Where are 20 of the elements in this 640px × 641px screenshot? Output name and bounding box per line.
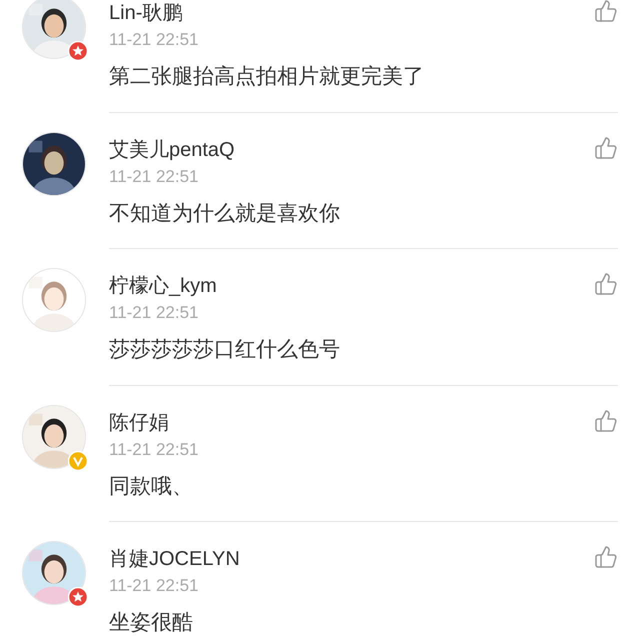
username[interactable]: 柠檬心_kym bbox=[109, 274, 217, 298]
comment-text: 坐姿很酷 bbox=[109, 610, 194, 636]
username[interactable]: Lin-耿鹏 bbox=[109, 1, 182, 25]
like-icon[interactable] bbox=[594, 272, 618, 296]
like-icon[interactable] bbox=[594, 0, 618, 23]
comment-text: 第二张腿抬高点拍相片就更完美了 bbox=[109, 64, 425, 90]
like-icon[interactable] bbox=[594, 408, 618, 432]
username[interactable]: 肖婕JOCELYN bbox=[109, 547, 240, 571]
comment-time: 11-21 22:51 bbox=[109, 576, 200, 596]
comment-text: 不知道为什么就是喜欢你 bbox=[109, 200, 341, 226]
comment-text: 同款哦、 bbox=[109, 474, 194, 500]
comment-time: 11-21 22:51 bbox=[109, 303, 200, 323]
comment-text: 莎莎莎莎莎口红什么色号 bbox=[109, 337, 341, 363]
like-icon[interactable] bbox=[594, 136, 618, 160]
username[interactable]: 陈仔娟 bbox=[109, 410, 169, 434]
comment-time: 11-21 22:51 bbox=[109, 440, 200, 460]
comment-time: 11-21 22:51 bbox=[109, 30, 200, 50]
like-icon[interactable] bbox=[594, 545, 618, 569]
comment-time: 11-21 22:51 bbox=[109, 166, 200, 186]
username[interactable]: 艾美儿pentaQ bbox=[109, 138, 235, 162]
